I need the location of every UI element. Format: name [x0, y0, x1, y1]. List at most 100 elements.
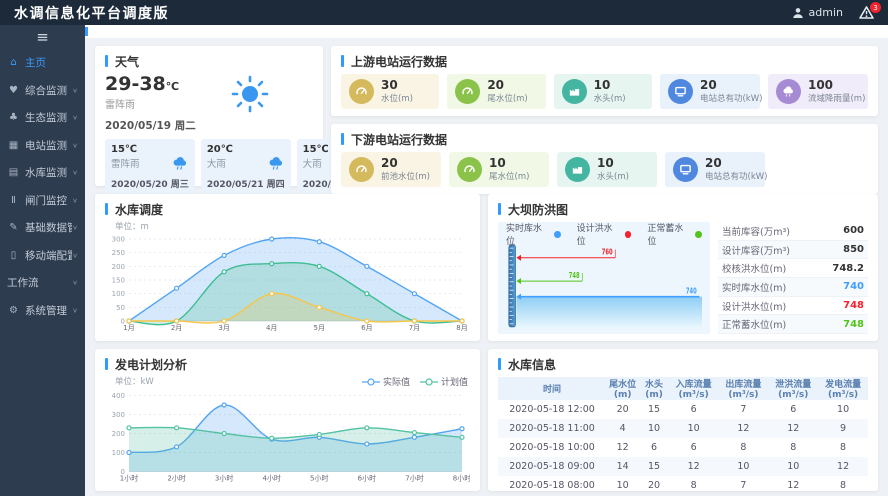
power-plan-panel: 发电计划分析 单位：kW 实际值计划值 01002003004001小时2小时3… [95, 349, 480, 491]
sidebar-item-0[interactable]: ⌂主页 [0, 49, 85, 77]
svg-text:740: 740 [686, 286, 697, 296]
app-header: 水调信息化平台调度版 admin 3 [0, 0, 888, 25]
upstream-card-1: 20尾水位(m) [447, 74, 545, 109]
dam-flood-title: 大坝防洪图 [508, 201, 568, 218]
sidebar-item-2[interactable]: ♣生态监测∨ [0, 104, 85, 132]
svg-text:4月: 4月 [266, 324, 277, 332]
chevron-down-icon: ∨ [72, 169, 78, 176]
eco-icon: ♣ [7, 112, 20, 123]
dam-stat-row-1: 设计库容(万m³)850 [718, 241, 868, 260]
table-header: 时间尾水位(m)水头(m)入库流量(m³/s)出库流量(m³/s)泄洪流量(m³… [498, 377, 868, 400]
rain-icon [776, 79, 801, 104]
svg-text:100: 100 [112, 290, 125, 298]
sidebar-item-label: 移动端配置 [25, 248, 72, 263]
svg-text:1小时: 1小时 [120, 474, 138, 483]
factory-icon [565, 157, 590, 182]
dam-stat-row-2: 校核洪水位(m)748.2 [718, 259, 868, 278]
legend-dot-icon [554, 231, 561, 238]
sidebar-item-9[interactable]: ⚙系统管理∨ [0, 297, 85, 325]
sidebar-item-3[interactable]: ▦电站监测∨ [0, 132, 85, 160]
svg-text:2小时: 2小时 [167, 474, 185, 483]
upstream-cards: 30水位(m) 20尾水位(m) 10水头(m) 20电站总有功(kW) 100… [341, 74, 868, 109]
app-title: 水调信息化平台调度版 [14, 3, 169, 23]
svg-text:5小时: 5小时 [310, 474, 328, 483]
svg-text:8小时: 8小时 [453, 474, 470, 483]
sun-icon [231, 75, 269, 113]
svg-text:748: 748 [569, 271, 580, 281]
sidebar-nav: ⌂主页♥综合监测∨♣生态监测∨▦电站监测∨▤水库监测∨Ⅱ闸门监控∨✎基础数据管理… [0, 49, 85, 324]
svg-text:3月: 3月 [218, 324, 229, 332]
sidebar-item-5[interactable]: Ⅱ闸门监控∨ [0, 187, 85, 215]
downstream-card-0: 20前池水位(m) [341, 152, 441, 187]
downstream-card-3: 20电站总有功(kW) [665, 152, 765, 187]
sidebar-item-1[interactable]: ♥综合监测∨ [0, 77, 85, 105]
svg-text:50: 50 [116, 304, 125, 312]
gauge-icon [455, 79, 480, 104]
heart-monitor-icon: ♥ [7, 85, 20, 96]
column-header-0: 时间 [498, 377, 606, 400]
column-header-4: 出库流量(m³/s) [719, 377, 769, 400]
power-plan-chart: 01002003004001小时2小时3小时4小时5小时6小时7小时8小时 [105, 387, 470, 484]
sidebar-item-label: 综合监测 [25, 83, 72, 98]
svg-text:200: 200 [112, 263, 125, 271]
dam-diagram: 760 748 740 [506, 242, 702, 330]
svg-text:3小时: 3小时 [215, 474, 233, 483]
sidebar-item-label: 主页 [25, 55, 78, 70]
upstream-card-0: 30水位(m) [341, 74, 439, 109]
svg-text:200: 200 [112, 430, 125, 438]
upstream-title: 上游电站运行数据 [351, 53, 447, 70]
dam-flood-panel: 大坝防洪图 实时库水位设计洪水位正常蓄水位 760748740 当前库容(万m³… [488, 194, 878, 341]
downstream-panel: 下游电站运行数据 20前池水位(m) 10尾水位(m) 10水头(m) 20电站… [331, 124, 878, 194]
reservoir-dispatch-title: 水库调度 [115, 201, 163, 218]
dam-stat-row-4: 设计洪水位(m)748 [718, 297, 868, 316]
gauge-icon [457, 157, 482, 182]
chevron-down-icon: ∨ [72, 279, 78, 286]
weather-condition: 雷阵雨 [105, 96, 179, 111]
user-name: admin [809, 6, 843, 19]
column-header-1: 尾水位(m) [606, 377, 639, 400]
downstream-cards: 20前池水位(m) 10尾水位(m) 10水头(m) 20电站总有功(kW) [341, 152, 868, 187]
gears-icon: ⚙ [7, 305, 20, 316]
gauge-icon [349, 79, 374, 104]
reservoir-dispatch-unit: 单位：m [115, 220, 470, 232]
legend-item-1[interactable]: 计划值 [420, 375, 468, 388]
sidebar-item-label: 闸门监控 [25, 193, 72, 208]
upstream-card-2: 10水头(m) [554, 74, 652, 109]
dam-stat-row-0: 当前库容(万m³)600 [718, 222, 868, 241]
downstream-card-2: 10水头(m) [557, 152, 657, 187]
temp-unit: ℃ [166, 80, 179, 93]
forecast-card-1: 20℃ 大雨 2020/05/21 周四 [201, 139, 291, 195]
alert-badge: 3 [870, 2, 881, 13]
svg-text:760: 760 [602, 248, 613, 258]
sidebar-item-6[interactable]: ✎基础数据管理∨ [0, 214, 85, 242]
sidebar-item-label: 电站监测 [25, 138, 72, 153]
factory-icon [562, 79, 587, 104]
table-row: 2020-05-18 11:004101012129 [498, 419, 868, 438]
menu-collapse-button[interactable]: ≡ [0, 25, 85, 49]
cloud-rain-icon [268, 155, 285, 170]
sidebar-item-7[interactable]: ▯移动端配置∨ [0, 242, 85, 270]
sidebar-item-4[interactable]: ▤ 水库监测∨ [0, 159, 85, 187]
sidebar-item-8[interactable]: 工作流∨ [0, 269, 85, 297]
legend-item-0[interactable]: 实际值 [362, 375, 410, 388]
gate-icon: Ⅱ [7, 195, 20, 206]
sidebar: ≡ ⌂主页♥综合监测∨♣生态监测∨▦电站监测∨▤水库监测∨Ⅱ闸门监控∨✎基础数据… [0, 25, 85, 496]
column-header-3: 入库流量(m³/s) [669, 377, 719, 400]
reservoir-icon: ▤ [7, 167, 20, 178]
sidebar-item-label: 水库监测 [25, 165, 72, 180]
temp-range: 29-38 [105, 73, 166, 95]
weather-title: 天气 [115, 53, 139, 70]
svg-text:400: 400 [112, 392, 125, 400]
user-menu[interactable]: admin [792, 6, 843, 19]
table-body: 2020-05-18 12:002015676102020-05-18 11:0… [498, 400, 868, 495]
svg-text:1月: 1月 [123, 324, 134, 332]
forecast-list: 15℃ 雷阵雨 2020/05/20 周三20℃ 大雨 2020/05/21 周… [105, 139, 313, 195]
power-plan-title: 发电计划分析 [115, 356, 187, 373]
column-header-2: 水头(m) [639, 377, 668, 400]
alert-button[interactable]: 3 [859, 6, 874, 19]
sidebar-item-label: 系统管理 [25, 303, 72, 318]
power-plan-legend: 实际值计划值 [362, 375, 468, 388]
station-icon: ▦ [7, 140, 20, 151]
chevron-down-icon: ∨ [72, 224, 78, 231]
svg-text:250: 250 [112, 249, 125, 257]
